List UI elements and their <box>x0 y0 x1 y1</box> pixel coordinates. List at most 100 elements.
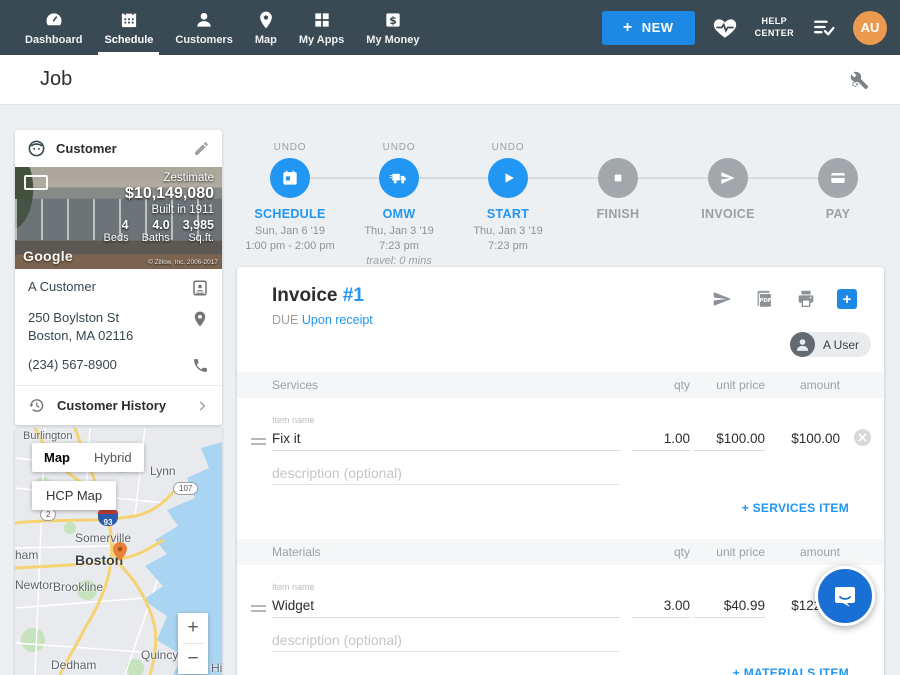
zestimate-label: Zestimate <box>104 172 215 184</box>
add-invoice-button[interactable]: + <box>837 289 857 309</box>
undo-schedule-button[interactable]: UNDO <box>235 142 345 154</box>
edit-pencil-icon[interactable] <box>193 140 210 157</box>
nav-item-customers[interactable]: Customers <box>164 0 243 55</box>
map-type-switch: Map Hybrid <box>32 443 144 472</box>
assignee-chip[interactable]: A User <box>790 332 871 357</box>
due-label: DUE <box>272 313 298 327</box>
phone-icon[interactable] <box>192 357 209 374</box>
address-line1: 250 Boylston St <box>28 309 133 327</box>
svg-text:$: $ <box>389 13 397 26</box>
address-line2: Boston, MA 02116 <box>28 327 133 345</box>
dashboard-icon <box>44 10 64 30</box>
material-item-name-input[interactable] <box>272 594 620 618</box>
unit-price-column-header: unit price <box>716 545 765 559</box>
drag-handle[interactable] <box>251 435 266 448</box>
drag-handle[interactable] <box>251 602 266 615</box>
plus-icon: + <box>623 20 633 36</box>
schedule-icon <box>119 10 139 30</box>
apps-grid-icon <box>312 10 332 30</box>
service-item-name-input[interactable] <box>272 427 620 451</box>
customer-name-row: A Customer <box>15 269 222 300</box>
pay-step-button[interactable] <box>818 158 858 198</box>
street-view-icon[interactable] <box>24 175 48 190</box>
new-button-label: NEW <box>642 20 674 35</box>
service-qty-input[interactable] <box>632 427 690 451</box>
map-type-map-button[interactable]: Map <box>32 443 82 472</box>
person-icon <box>794 336 811 353</box>
invoice-number[interactable]: #1 <box>343 285 364 306</box>
list-check-icon[interactable] <box>811 15 836 40</box>
google-watermark: Google <box>23 248 73 264</box>
help-center-link[interactable]: HELP CENTER <box>755 16 794 39</box>
nav-label: Customers <box>175 34 232 46</box>
history-icon <box>28 397 45 414</box>
service-description-input[interactable] <box>272 461 620 485</box>
step-finish: FINISH <box>563 130 673 221</box>
nav-item-map[interactable]: Map <box>244 0 288 55</box>
nav-item-dashboard[interactable]: Dashboard <box>14 0 93 55</box>
map-type-hybrid-button[interactable]: Hybrid <box>82 443 144 472</box>
material-description-input[interactable] <box>272 628 620 652</box>
amount-column-header: amount <box>800 378 840 392</box>
baths-label: Baths <box>142 232 170 244</box>
send-invoice-icon[interactable] <box>711 288 733 310</box>
stop-icon <box>608 168 628 188</box>
map-label-burlington: Burlington <box>23 430 73 442</box>
services-header: Services qty unit price amount <box>237 372 884 398</box>
nav-item-schedule[interactable]: Schedule <box>93 0 164 55</box>
omw-step-button[interactable] <box>379 158 419 198</box>
qty-column-header: qty <box>674 545 690 559</box>
add-materials-item-link[interactable]: + MATERIALS ITEM <box>733 666 849 675</box>
chat-launcher-button[interactable] <box>815 566 875 626</box>
map-label-newton: Newton <box>15 578 56 592</box>
undo-omw-button[interactable]: UNDO <box>344 142 454 154</box>
new-button[interactable]: + NEW <box>602 11 695 45</box>
job-settings-wrench-icon[interactable] <box>848 69 870 91</box>
service-unit-price-input[interactable] <box>693 427 765 451</box>
nav-item-my-money[interactable]: $ My Money <box>355 0 430 55</box>
chevron-right-icon <box>195 399 209 413</box>
beds-label: Beds <box>104 232 129 244</box>
step-dates: Thu, Jan 3 '19 7:23 pm <box>453 224 563 254</box>
map-label-quincy: Quincy <box>141 648 178 662</box>
step-pay: PAY <box>783 130 893 221</box>
materials-header: Materials qty unit price amount <box>237 539 884 565</box>
customer-card: Customer Zestimate $10,149,080 Built in … <box>15 130 222 425</box>
schedule-step-button[interactable] <box>270 158 310 198</box>
user-avatar[interactable]: AU <box>853 11 887 45</box>
nav-label: Dashboard <box>25 34 82 46</box>
customer-history-label: Customer History <box>57 398 166 413</box>
zoom-in-button[interactable]: + <box>178 613 208 643</box>
finish-step-button[interactable] <box>598 158 638 198</box>
map-widget[interactable]: Burlington Lynn 107 2 93 Somerville ham … <box>15 428 222 675</box>
print-icon[interactable] <box>795 288 817 310</box>
map-label-brookline: Brookline <box>53 580 103 594</box>
zoom-out-button[interactable]: − <box>178 644 208 674</box>
add-services-item-link[interactable]: + SERVICES ITEM <box>742 501 849 515</box>
zestimate-overlay: Zestimate $10,149,080 Built in 1911 4 4.… <box>104 172 215 244</box>
invoice-actions: PDF + <box>711 288 857 310</box>
beds-value: 4 <box>104 218 129 232</box>
hcp-map-button[interactable]: HCP Map <box>32 481 116 510</box>
start-step-button[interactable] <box>488 158 528 198</box>
due-value-link[interactable]: Upon receipt <box>302 313 373 327</box>
invoice-due: DUE Upon receipt <box>272 313 373 327</box>
customer-card-title: Customer <box>56 141 183 156</box>
credit-card-icon <box>828 168 848 188</box>
undo-start-button[interactable]: UNDO <box>453 142 563 154</box>
material-unit-price-input[interactable] <box>693 594 765 618</box>
delete-service-item-button[interactable] <box>854 429 871 446</box>
step-invoice: INVOICE <box>673 130 783 221</box>
assignee-avatar <box>790 332 815 357</box>
invoice-step-button[interactable] <box>708 158 748 198</box>
heart-pulse-icon[interactable] <box>712 15 738 41</box>
customer-history-row[interactable]: Customer History <box>15 385 222 425</box>
contact-card-icon[interactable] <box>191 279 209 297</box>
nav-item-my-apps[interactable]: My Apps <box>288 0 355 55</box>
nav-label: Map <box>255 34 277 46</box>
svg-text:PDF: PDF <box>759 298 772 304</box>
material-qty-input[interactable] <box>632 594 690 618</box>
location-pin-icon[interactable] <box>191 310 209 328</box>
customer-phone: (234) 567-8900 <box>28 356 117 374</box>
pdf-icon[interactable]: PDF <box>753 288 775 310</box>
